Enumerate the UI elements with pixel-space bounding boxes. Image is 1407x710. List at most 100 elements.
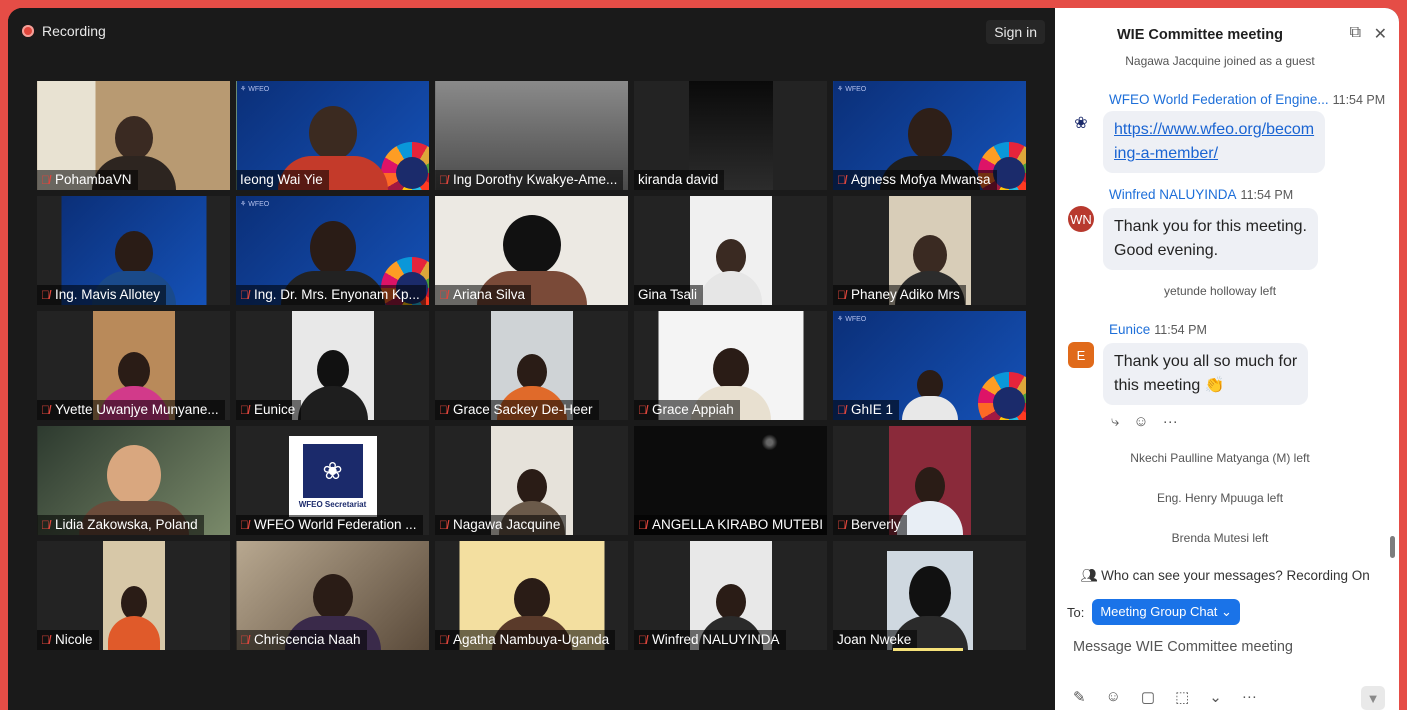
- participant-tile[interactable]: 🎙̸ Ing. Mavis Allotey: [37, 196, 230, 305]
- participant-name: PohambaVN: [55, 172, 132, 187]
- system-message: yetunde holloway left: [1163, 284, 1277, 298]
- participant-tile[interactable]: ❀ WFEO Secretariat 🎙̸ WFEO World Federati…: [236, 426, 429, 535]
- participant-tile[interactable]: 🎙̸ Nagawa Jacquine: [435, 426, 628, 535]
- participant-tile[interactable]: 🎙̸ Grace Sackey De-Heer: [435, 311, 628, 420]
- participant-tile[interactable]: 🎙̸ Agatha Nambuya-Uganda: [435, 541, 628, 650]
- participant-name: ANGELLA KIRABO MUTEBI: [652, 517, 824, 532]
- participant-tile[interactable]: ⚘ WFEO 🎙̸ GhIE 1: [833, 311, 1026, 420]
- message-sender: Eunice 11:54 PM: [1109, 322, 1207, 337]
- mic-muted-icon: 🎙̸: [240, 402, 249, 417]
- chevron-down-icon[interactable]: ⌄: [1209, 688, 1222, 706]
- participant-tile[interactable]: 🎙̸ Ariana Silva: [435, 196, 628, 305]
- mic-muted-icon: 🎙̸: [41, 517, 50, 532]
- participant-tile[interactable]: 🎙̸ Lidia Zakowska, Poland: [37, 426, 230, 535]
- add-reaction-icon[interactable]: ☺: [1133, 413, 1148, 430]
- send-icon: ▼: [1366, 690, 1380, 706]
- participant-tile[interactable]: 🎙̸ Winfred NALUYINDA: [634, 541, 827, 650]
- participant-name: Grace Appiah: [652, 402, 734, 417]
- participant-tile[interactable]: kiranda david: [634, 81, 827, 190]
- participant-tile[interactable]: 🎙̸ Eunice: [236, 311, 429, 420]
- participant-name: Lidia Zakowska, Poland: [55, 517, 198, 532]
- participant-tile[interactable]: 🎙̸ Chriscencia Naah: [236, 541, 429, 650]
- format-text-icon[interactable]: ✎: [1073, 688, 1086, 706]
- participant-name: Ariana Silva: [453, 287, 526, 302]
- chat-title: WIE Committee meeting: [1117, 27, 1283, 43]
- recipient-row: To: Meeting Group Chat ⌄: [1067, 599, 1240, 625]
- recording-indicator[interactable]: Recording: [22, 23, 106, 39]
- mic-muted-icon: 🎙̸: [41, 402, 50, 417]
- system-message: Eng. Henry Mpuuga left: [1156, 491, 1284, 505]
- wfeo-logo-icon: ⚘ WFEO: [240, 201, 270, 208]
- video-gallery: Recording Sign in 🎙̸ PohambaVN ⚘ WFEO Ieo…: [8, 8, 1055, 710]
- message-input[interactable]: Message WIE Committee meeting: [1073, 639, 1293, 655]
- scroll-thumb[interactable]: [1390, 536, 1395, 558]
- participant-name: GhIE 1: [851, 402, 894, 417]
- message-bubble: https://www.wfeo.org/becom ing-a-member/: [1103, 111, 1326, 173]
- close-icon[interactable]: ✕: [1374, 24, 1387, 44]
- send-button[interactable]: ▼: [1361, 686, 1385, 710]
- participant-name: Phaney Adiko Mrs: [851, 287, 960, 302]
- mic-muted-icon: 🎙̸: [240, 632, 249, 647]
- wfeo-secretariat-caption: WFEO Secretariat: [298, 500, 367, 509]
- mic-muted-icon: 🎙̸: [41, 287, 50, 302]
- participant-tile[interactable]: 🎙̸ ANGELLA KIRABO MUTEBI: [634, 426, 827, 535]
- mic-muted-icon: 🎙̸: [439, 287, 448, 302]
- screenshot-icon[interactable]: ⬚: [1175, 688, 1189, 706]
- participant-tile[interactable]: 🎙̸ Berverly: [833, 426, 1026, 535]
- reply-icon[interactable]: ⤷: [1111, 413, 1119, 430]
- participant-tile[interactable]: 🎙̸ Nicole: [37, 541, 230, 650]
- wfeo-logo-icon: ⚘ WFEO: [240, 86, 270, 93]
- participant-tile[interactable]: Gina Tsali: [634, 196, 827, 305]
- mic-muted-icon: 🎙̸: [240, 287, 249, 302]
- speaking-indicator: [893, 648, 963, 651]
- mic-muted-icon: 🎙̸: [41, 632, 50, 647]
- people-icon: 👥︎: [1080, 568, 1098, 583]
- mic-muted-icon: 🎙̸: [837, 287, 846, 302]
- recipient-dropdown[interactable]: Meeting Group Chat ⌄: [1092, 599, 1240, 625]
- mic-muted-icon: 🎙̸: [439, 517, 448, 532]
- message-sender: Winfred NALUYINDA 11:54 PM: [1109, 187, 1294, 202]
- message-bubble: Thank you all so much for this meeting 👏: [1103, 343, 1309, 405]
- system-message: Brenda Mutesi left: [1171, 531, 1269, 545]
- participant-name: Winfred NALUYINDA: [652, 632, 780, 647]
- participant-tile[interactable]: 🎙̸ Phaney Adiko Mrs: [833, 196, 1026, 305]
- participant-tile[interactable]: 🎙̸ Yvette Uwanjye Munyane...: [37, 311, 230, 420]
- participant-tile[interactable]: ⚘ WFEO 🎙̸ Ing. Dr. Mrs. Enyonam Kp...: [236, 196, 429, 305]
- participant-grid: 🎙̸ PohambaVN ⚘ WFEO Ieong Wai Yie 🎙̸ Ing D…: [37, 81, 1026, 650]
- more-icon[interactable]: ···: [1163, 413, 1178, 430]
- participant-tile[interactable]: Joan Nweke: [833, 541, 1026, 650]
- sign-in-button[interactable]: Sign in: [986, 20, 1045, 44]
- chat-panel: WIE Committee meeting ⧉ ✕ Nagawa Jacquin…: [1055, 8, 1399, 710]
- message-visibility-notice[interactable]: 👥︎ Who can see your messages? Recording …: [1055, 568, 1395, 584]
- participant-tile[interactable]: 🎙̸ Ing Dorothy Kwakye-Ame...: [435, 81, 628, 190]
- mic-muted-icon: 🎙̸: [439, 632, 448, 647]
- mic-muted-icon: 🎙̸: [439, 402, 448, 417]
- more-icon[interactable]: ···: [1242, 688, 1257, 706]
- participant-tile[interactable]: ⚘ WFEO 🎙̸ Agness Mofya Mwansa: [833, 81, 1026, 190]
- participant-name: Yvette Uwanjye Munyane...: [55, 402, 219, 417]
- emoji-icon[interactable]: ☺: [1106, 688, 1121, 706]
- wfeo-avatar-icon: ❀: [1068, 110, 1094, 136]
- participant-tile-active-speaker[interactable]: ⚘ WFEO Ieong Wai Yie: [236, 81, 429, 190]
- mic-muted-icon: 🎙̸: [837, 517, 846, 532]
- pop-out-icon[interactable]: ⧉: [1350, 24, 1361, 42]
- mic-muted-icon: 🎙̸: [439, 172, 448, 187]
- recording-label: Recording: [42, 23, 106, 39]
- to-label: To:: [1067, 604, 1085, 620]
- participant-name: WFEO World Federation ...: [254, 517, 417, 532]
- participant-name: Joan Nweke: [837, 632, 912, 647]
- composer-toolbar: ✎ ☺ ▢ ⬚ ⌄ ···: [1073, 688, 1257, 706]
- file-icon[interactable]: ▢: [1141, 688, 1155, 706]
- participant-tile[interactable]: 🎙̸ PohambaVN: [37, 81, 230, 190]
- participant-tile[interactable]: 🎙̸ Grace Appiah: [634, 311, 827, 420]
- mic-muted-icon: 🎙̸: [837, 402, 846, 417]
- participant-name: Agatha Nambuya-Uganda: [453, 632, 610, 647]
- chevron-down-icon: ⌄: [1221, 604, 1232, 619]
- wfeo-tree-logo-icon: ❀: [302, 444, 363, 498]
- record-icon: [22, 25, 34, 37]
- participant-name: Grace Sackey De-Heer: [453, 402, 593, 417]
- chat-scrollbar[interactable]: [1389, 58, 1395, 578]
- participant-name: Ing Dorothy Kwakye-Ame...: [453, 172, 618, 187]
- chat-link[interactable]: https://www.wfeo.org/becom ing-a-member/: [1114, 121, 1314, 162]
- participant-name: Ing. Dr. Mrs. Enyonam Kp...: [254, 287, 420, 302]
